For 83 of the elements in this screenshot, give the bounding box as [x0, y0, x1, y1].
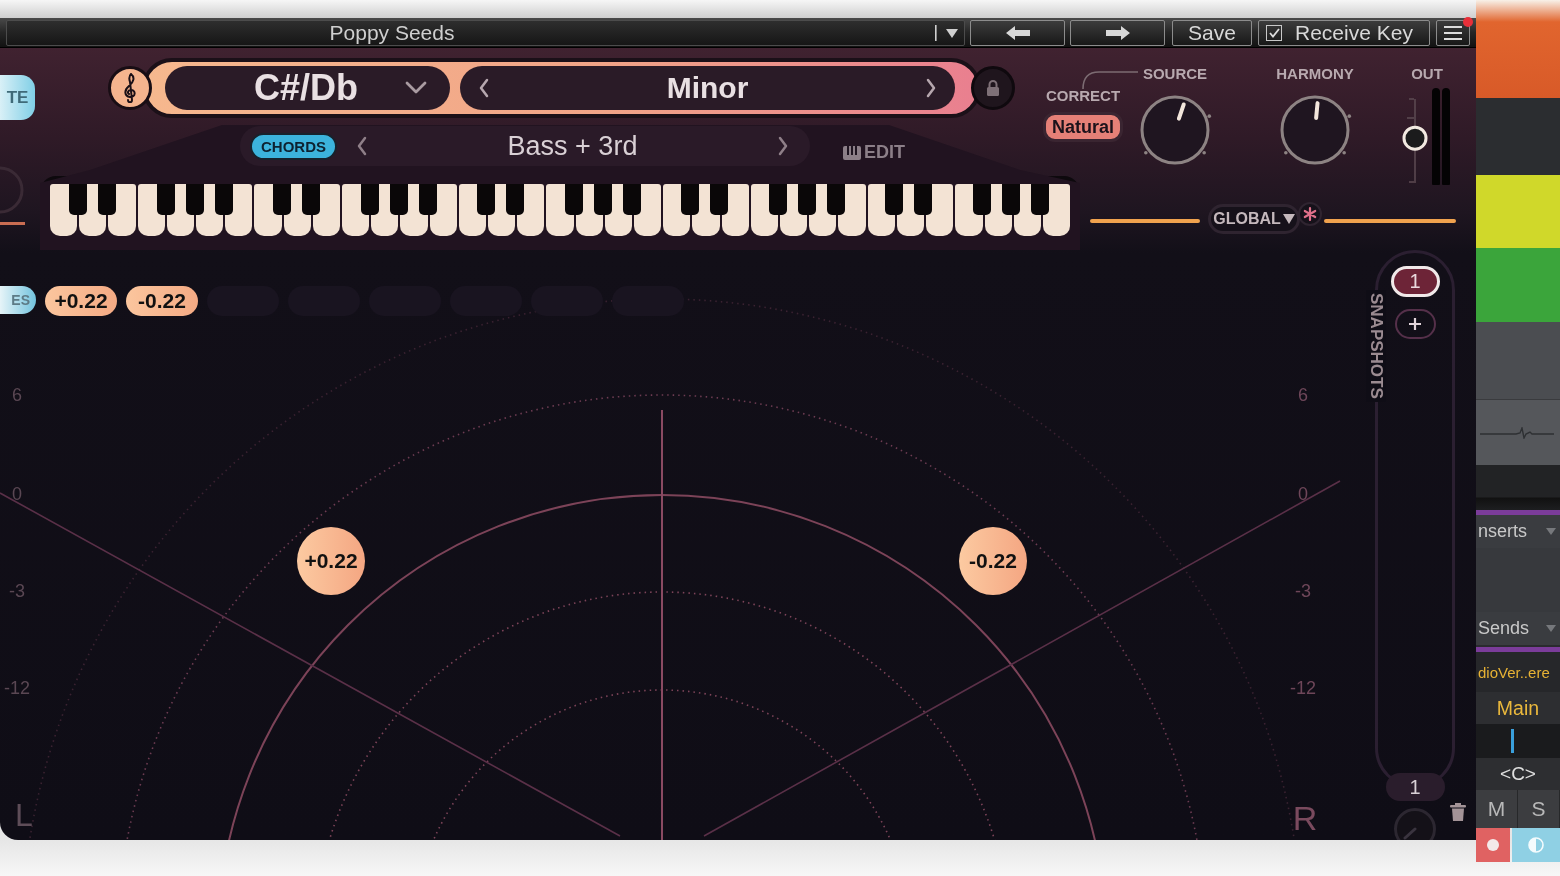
next-preset-button[interactable] [1070, 19, 1165, 46]
caret-down-icon [1546, 625, 1556, 632]
connector-line [1080, 70, 1140, 90]
correction-mode-button[interactable]: Natural [1043, 112, 1123, 142]
insert-slot[interactable]: dioVer..ere [1476, 652, 1560, 692]
voice-node[interactable]: -0.22 [959, 527, 1027, 595]
save-button[interactable]: Save [1172, 19, 1252, 46]
preset-selector[interactable]: Poppy Seeds [6, 19, 965, 46]
add-snapshot-button[interactable] [1394, 309, 1436, 339]
lock-icon [986, 79, 1000, 97]
piano-key[interactable] [681, 184, 700, 216]
side-tab[interactable]: TE [0, 75, 35, 120]
notification-dot-icon [1463, 16, 1473, 27]
piano-key[interactable] [69, 184, 88, 216]
sends-header[interactable]: Sends [1476, 612, 1560, 645]
piano-key[interactable] [710, 184, 729, 216]
snapshot-counter: 1 [1385, 773, 1445, 801]
axis-label: 6 [1298, 384, 1308, 405]
correct-label: CORRECT [1045, 88, 1121, 104]
edit-button[interactable]: EDIT [843, 142, 905, 163]
checkbox[interactable] [1266, 24, 1282, 41]
arrow-left-icon [1004, 24, 1031, 41]
mute-button[interactable]: M [1476, 790, 1518, 828]
piano-key[interactable] [302, 184, 321, 216]
axis-label: -3 [1295, 580, 1311, 601]
axis-label: 6 [12, 384, 22, 405]
scale-name[interactable]: Minor [666, 71, 749, 105]
chevron-left-icon[interactable] [478, 78, 490, 98]
previous-preset-button[interactable] [970, 19, 1065, 46]
caret-down-icon [1546, 528, 1556, 535]
receive-key-toggle[interactable]: Receive Key [1258, 19, 1430, 46]
knob-label: HARMONY [1276, 66, 1354, 82]
snapshot-button[interactable]: 1 [1390, 266, 1440, 297]
section-label: nserts [1478, 521, 1528, 542]
pan-slider[interactable] [1476, 724, 1560, 758]
pan-value: <C> [1476, 758, 1560, 790]
accent-bar [0, 222, 25, 225]
inserts-header[interactable]: nserts [1476, 515, 1560, 548]
menu-button[interactable] [1436, 19, 1470, 46]
axis-label: 0 [1298, 483, 1308, 504]
record-icon [1486, 838, 1500, 852]
output-selector[interactable]: Main [1476, 692, 1560, 724]
global-dropdown[interactable]: GLOBAL [1208, 204, 1300, 234]
fader-thumb[interactable] [1402, 125, 1428, 151]
piano-key[interactable] [885, 184, 904, 216]
lock-button[interactable] [971, 66, 1015, 110]
chevron-right-icon[interactable] [925, 78, 937, 98]
knob-label: SOURCE [1142, 66, 1208, 82]
voice-chip[interactable]: +0.22 [45, 286, 117, 316]
menu-icon [1444, 25, 1462, 40]
chevron-left-icon[interactable] [356, 136, 368, 156]
piano-key[interactable] [273, 184, 292, 216]
voice-chip[interactable]: -0.22 [126, 286, 198, 316]
record-button[interactable] [1476, 828, 1510, 862]
piano-key[interactable] [477, 184, 496, 216]
piano-key[interactable] [506, 184, 525, 216]
voice-node[interactable]: +0.22 [297, 527, 365, 595]
axis-label: -12 [4, 677, 30, 698]
arrow-right-icon [1104, 24, 1131, 41]
chord-voicing[interactable]: Bass + 3rd [368, 130, 777, 162]
trash-icon[interactable] [1450, 803, 1466, 821]
treble-clef-icon [121, 73, 139, 103]
key-mode-button[interactable] [108, 66, 152, 110]
axis-label: -3 [9, 580, 25, 601]
channel-label: R [1292, 799, 1318, 837]
solo-button[interactable]: S [1518, 790, 1560, 828]
chevron-right-icon[interactable] [777, 136, 789, 156]
piano-key[interactable] [914, 184, 933, 216]
plus-icon [1408, 317, 1422, 331]
ring-icon [0, 165, 26, 215]
asterisk-icon [1298, 202, 1322, 226]
section-label: Sends [1478, 618, 1530, 639]
caret-down-icon [1282, 214, 1295, 224]
chevron-down-icon [405, 81, 427, 95]
chords-toggle[interactable]: CHORDS [250, 132, 337, 160]
axis-label: -12 [1290, 677, 1316, 698]
dropdown-caret-icon [934, 23, 960, 42]
output-label: OUT [1411, 66, 1443, 82]
piano-key[interactable] [98, 184, 117, 216]
half-circle-icon [1528, 837, 1544, 853]
key-dropdown[interactable]: C#/Db [165, 66, 450, 110]
channel-label: L [15, 797, 33, 833]
axis-label: 0 [12, 483, 22, 504]
